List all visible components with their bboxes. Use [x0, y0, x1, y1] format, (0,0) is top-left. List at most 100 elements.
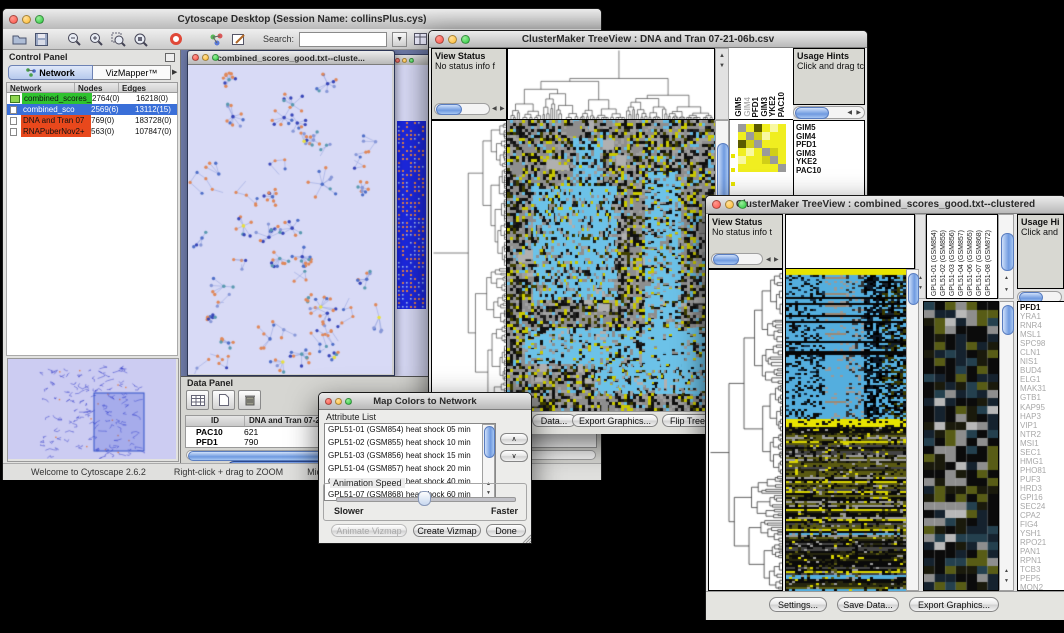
scroll-left-icon[interactable]: ◀	[847, 110, 852, 116]
move-down-button[interactable]: ∨	[500, 450, 528, 462]
gene-label[interactable]: SEC24	[1018, 502, 1064, 511]
search-dropdown-button[interactable]: ▼	[392, 32, 407, 47]
matrix-cell[interactable]	[746, 148, 754, 156]
open-file-button[interactable]	[11, 31, 28, 48]
table-browser-icon[interactable]	[412, 31, 429, 48]
column-label[interactable]: YKE2	[769, 96, 777, 117]
zoom-fit-icon[interactable]	[132, 31, 149, 48]
network-view-window-2[interactable]	[391, 54, 432, 378]
network-list-row[interactable]: combined_scores_ 2764(0) 16218(0)	[7, 93, 177, 104]
matrix-cell[interactable]	[762, 132, 770, 140]
network-list[interactable]: combined_scores_ 2764(0) 16218(0) combin…	[6, 93, 178, 356]
matrix-cell[interactable]	[754, 164, 762, 172]
gene-name-list[interactable]: PFD1YRA1RNR4MSL1SPC98CLN1NIS1BUD4ELG1MAK…	[1017, 301, 1064, 591]
footer-button[interactable]: Data...	[532, 414, 576, 427]
new-attribute-icon[interactable]	[212, 390, 235, 410]
row-label[interactable]: PAC10	[794, 167, 864, 176]
gene-dendrogram[interactable]	[708, 269, 783, 591]
gene-label[interactable]: HMG1	[1018, 457, 1064, 466]
matrix-cell[interactable]	[754, 148, 762, 156]
window-controls[interactable]	[9, 9, 44, 29]
network-list-row[interactable]: DNA and Tran 07 769(0) 183728(0)	[7, 115, 177, 126]
gene-label[interactable]: YRA1	[1018, 312, 1064, 321]
matrix-cell[interactable]	[778, 164, 786, 172]
footer-button[interactable]: Export Graphics...	[572, 414, 658, 427]
zoom-in-icon[interactable]	[88, 31, 105, 48]
matrix-cell[interactable]	[738, 156, 746, 164]
attribute-item[interactable]: GPL51-04 (GSM857) heat shock 20 min	[325, 463, 495, 476]
scroll-up-icon[interactable]: ▲	[719, 53, 725, 59]
scroll-up-icon[interactable]: ▲	[1004, 275, 1009, 281]
treeview2-title-bar[interactable]: ClusterMaker TreeView : combined_scores_…	[706, 196, 1064, 214]
matrix-cell[interactable]	[746, 140, 754, 148]
zoom-button[interactable]	[212, 54, 219, 61]
array-label[interactable]: GPL51-08 (GSM872)	[984, 230, 993, 296]
matrix-cell[interactable]	[738, 148, 746, 156]
network-canvas[interactable]	[188, 65, 392, 374]
column-label[interactable]: PAC10	[778, 92, 786, 117]
zoom-button[interactable]	[345, 398, 352, 405]
dialog-title-bar[interactable]: Map Colors to Network	[319, 393, 531, 410]
matrix-cell[interactable]	[762, 140, 770, 148]
column-label[interactable]: GIM5	[735, 97, 743, 117]
gene-label[interactable]: HAP3	[1018, 412, 1064, 421]
annotation-icon[interactable]	[230, 31, 247, 48]
matrix-cell[interactable]	[746, 164, 754, 172]
matrix-cell[interactable]	[746, 156, 754, 164]
gene-label[interactable]: VIP1	[1018, 421, 1064, 430]
column-label[interactable]: PFD1	[752, 97, 760, 117]
matrix-cell[interactable]	[754, 124, 762, 132]
close-button[interactable]	[712, 200, 721, 209]
speed-slider-thumb[interactable]	[418, 491, 431, 506]
zoom-button[interactable]	[409, 58, 414, 63]
matrix-cell[interactable]	[746, 132, 754, 140]
attribute-item[interactable]: GPL51-03 (GSM856) heat shock 15 min	[325, 450, 495, 463]
delete-attribute-icon[interactable]	[238, 390, 261, 410]
attribute-item[interactable]: GPL51-01 (GSM854) heat shock 05 min	[325, 424, 495, 437]
matrix-cell[interactable]	[770, 148, 778, 156]
zoom-out-icon[interactable]	[66, 31, 83, 48]
matrix-cell[interactable]	[770, 156, 778, 164]
array-label[interactable]: GPL51-03 (GSM856)	[948, 230, 957, 296]
minimize-button[interactable]	[448, 35, 457, 44]
close-button[interactable]	[435, 35, 444, 44]
matrix-cell[interactable]	[770, 124, 778, 132]
column-dendrogram-area[interactable]	[785, 214, 915, 269]
column-dendrogram[interactable]	[507, 48, 715, 120]
row-dendrogram[interactable]	[431, 120, 507, 411]
gene-label[interactable]: TCB3	[1018, 565, 1064, 574]
matrix-cell[interactable]	[762, 124, 770, 132]
heatmap-main[interactable]	[507, 120, 715, 411]
zoom-heatmap[interactable]	[923, 301, 999, 591]
scroll-down-icon[interactable]: ▼	[719, 63, 725, 69]
array-labels-vscrollbar[interactable]: ▲ ▼	[998, 214, 1014, 299]
array-label[interactable]: GPL51-07 (GSM868)	[975, 230, 984, 296]
network-canvas-2[interactable]	[397, 121, 426, 309]
network-list-row[interactable]: RNAPuberNov2+ 563(0) 107847(0)	[7, 126, 177, 137]
tab-network[interactable]: Network	[8, 65, 93, 80]
gene-label[interactable]: MON2	[1018, 583, 1064, 591]
matrix-cell[interactable]	[738, 164, 746, 172]
zoom-selected-icon[interactable]	[110, 31, 127, 48]
network-view-window-1[interactable]: combined_scores_good.txt--cluste...	[187, 50, 395, 376]
array-label[interactable]: GPL51-04 (GSM857)	[957, 230, 966, 296]
array-label[interactable]: GPL51-02 (GSM855)	[939, 230, 948, 296]
scroll-down-icon[interactable]: ▼	[1004, 287, 1009, 293]
matrix-cell[interactable]	[770, 164, 778, 172]
matrix-cell[interactable]	[762, 148, 770, 156]
move-up-button[interactable]: ∧	[500, 433, 528, 445]
attribute-item[interactable]: GPL51-02 (GSM855) heat shock 10 min	[325, 437, 495, 450]
zoom-heatmap-canvas[interactable]	[924, 302, 998, 590]
main-title-bar[interactable]: Cytoscape Desktop (Session Name: collins…	[3, 9, 601, 30]
tab-overflow-button[interactable]: ▶	[172, 68, 177, 76]
network-table-header[interactable]: Network Nodes Edges	[6, 82, 178, 93]
gene-label[interactable]: RNR4	[1018, 321, 1064, 330]
gene-label[interactable]: RPO21	[1018, 538, 1064, 547]
matrix-cell[interactable]	[778, 124, 786, 132]
matrix-cell[interactable]	[778, 132, 786, 140]
gene-label[interactable]: MAK31	[1018, 384, 1064, 393]
gene-label[interactable]: CPA2	[1018, 511, 1064, 520]
minimize-button[interactable]	[725, 200, 734, 209]
zoom-button[interactable]	[35, 15, 44, 24]
gene-label[interactable]: BUD4	[1018, 366, 1064, 375]
